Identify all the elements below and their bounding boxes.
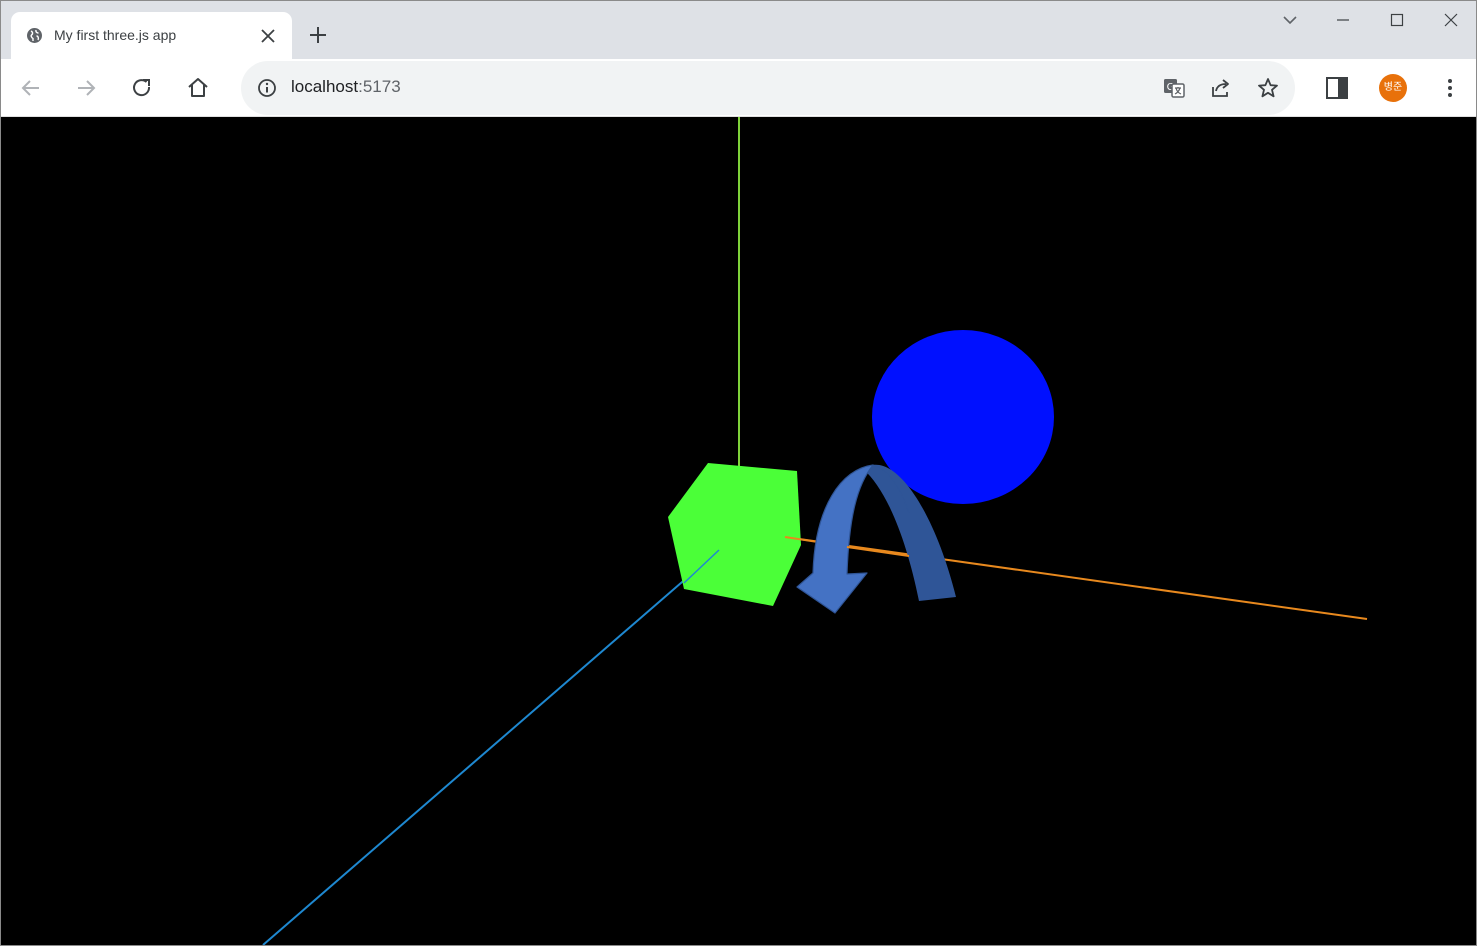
x-axis-mid-segment [846, 546, 910, 557]
window-close-icon[interactable] [1440, 9, 1462, 31]
translate-icon[interactable]: G [1162, 76, 1186, 100]
share-icon[interactable] [1209, 76, 1233, 100]
url-host: localhost [291, 77, 359, 96]
rotation-arrow [796, 464, 874, 614]
browser-window: My first three.js app localhost:5173 G 병… [0, 0, 1477, 946]
z-axis-line [262, 549, 720, 945]
more-menu-icon[interactable] [1437, 75, 1463, 101]
forward-arrow-icon[interactable] [73, 75, 99, 101]
reload-icon[interactable] [129, 75, 155, 101]
new-tab-plus-icon[interactable] [306, 23, 330, 47]
close-icon[interactable] [257, 25, 279, 47]
globe-icon [27, 28, 42, 43]
browser-toolbar: localhost:5173 G 병준 [1, 59, 1476, 117]
maximize-icon[interactable] [1386, 9, 1408, 31]
side-panel-icon[interactable] [1324, 75, 1350, 101]
tab-strip: My first three.js app [1, 1, 1476, 59]
address-bar[interactable]: localhost:5173 G [241, 61, 1295, 115]
tab-active[interactable]: My first three.js app [11, 12, 292, 59]
x-axis-line [784, 536, 1368, 620]
url-port: :5173 [358, 77, 401, 96]
bookmark-star-icon[interactable] [1256, 76, 1280, 100]
tab-title: My first three.js app [54, 27, 177, 43]
green-cube [668, 463, 801, 606]
site-info-icon[interactable] [257, 78, 277, 98]
minimize-icon[interactable] [1332, 9, 1354, 31]
threejs-canvas[interactable] [1, 117, 1476, 945]
profile-avatar[interactable]: 병준 [1379, 74, 1407, 102]
tab-search-chevron-icon[interactable] [1279, 9, 1301, 31]
scene-render [262, 117, 1368, 945]
back-arrow-icon[interactable] [18, 75, 44, 101]
home-icon[interactable] [185, 75, 211, 101]
url-text[interactable]: localhost:5173 [291, 77, 401, 97]
